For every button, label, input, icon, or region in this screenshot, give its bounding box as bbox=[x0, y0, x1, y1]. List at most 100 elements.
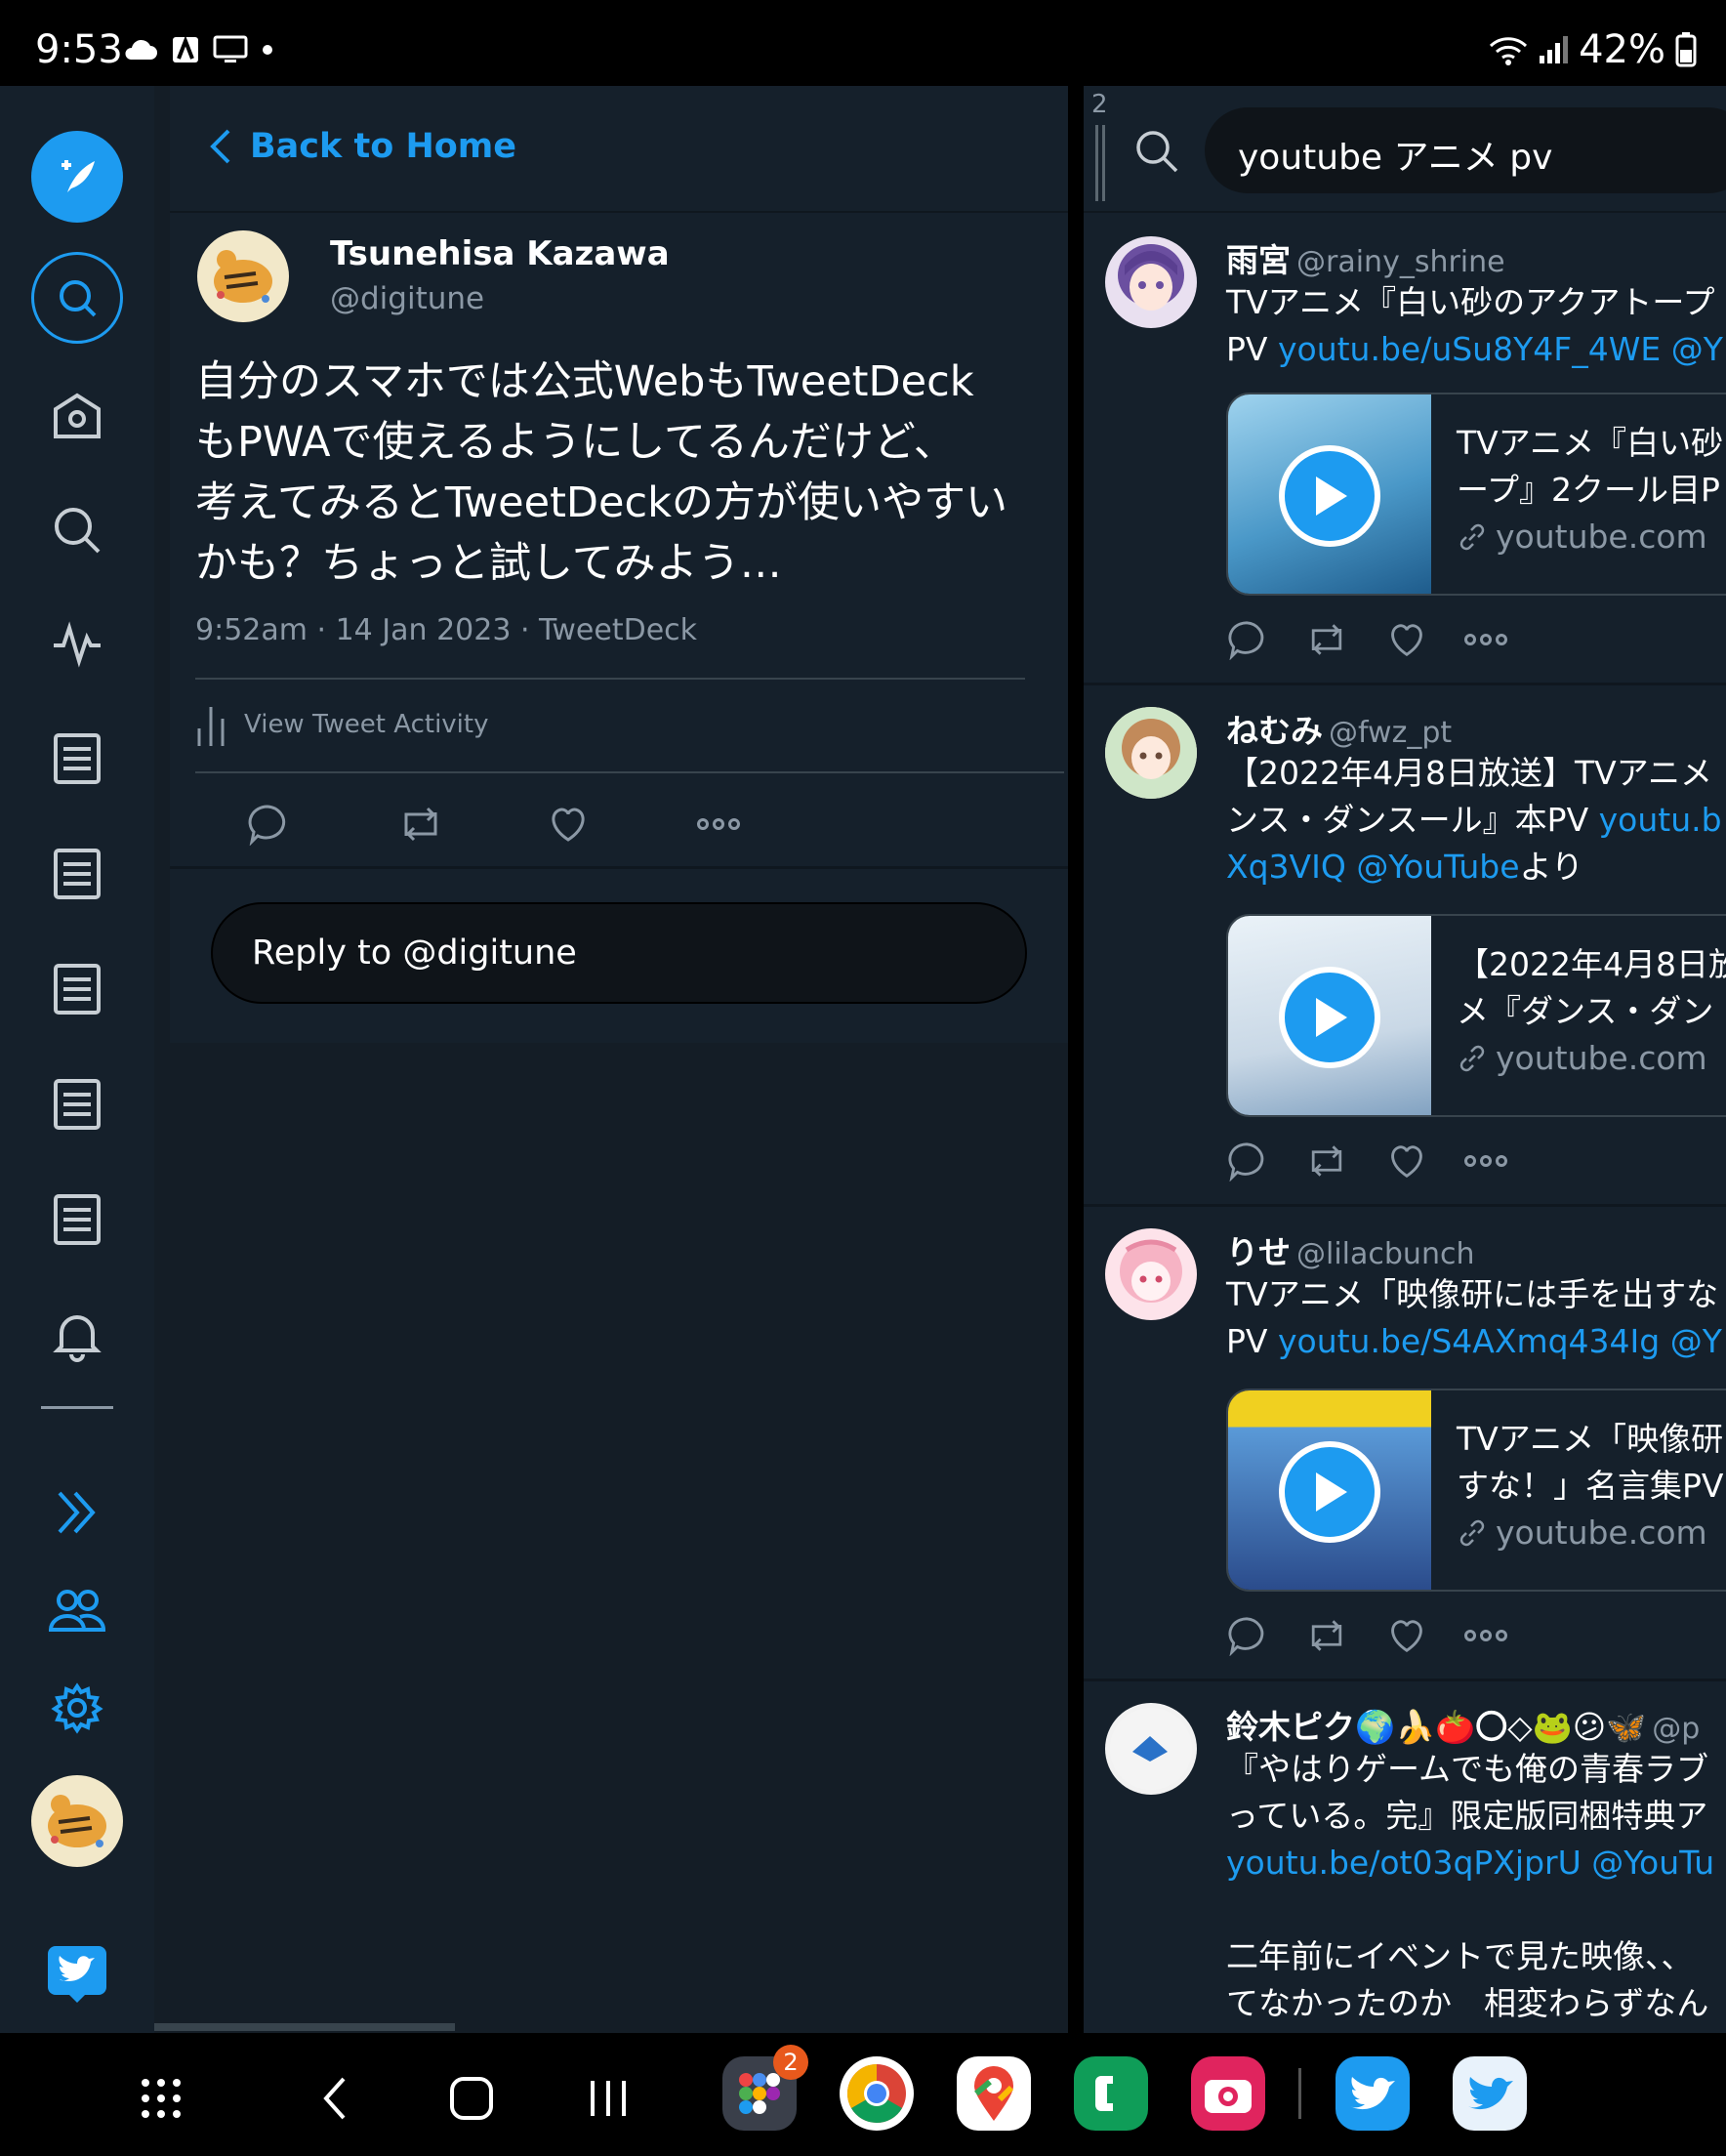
more-options-icon[interactable] bbox=[697, 816, 740, 832]
sidebar-search-column[interactable] bbox=[31, 484, 123, 576]
avatar-anime-girl-icon bbox=[1118, 244, 1184, 311]
tweet-author-handle[interactable]: @rainy_shrine bbox=[1296, 245, 1505, 279]
more-options-icon[interactable] bbox=[1464, 1628, 1507, 1643]
home-button[interactable] bbox=[435, 2062, 508, 2135]
search-result-tweet[interactable]: 雨宮 @rainy_shrine TVアニメ『白い砂のアクアトープ PV yout… bbox=[1084, 215, 1726, 685]
like-heart-icon[interactable] bbox=[1386, 1140, 1427, 1182]
chrome-app[interactable] bbox=[840, 2056, 914, 2131]
card-title-line: すな！」名言集PV bbox=[1457, 1467, 1724, 1505]
youtube-link-card[interactable]: TVアニメ「映像研 すな！」名言集PV youtube.com bbox=[1226, 1389, 1726, 1592]
map-pin-icon bbox=[974, 2066, 1014, 2121]
column-separator bbox=[1068, 86, 1084, 2033]
list-icon bbox=[54, 1079, 101, 1130]
retweet-icon[interactable] bbox=[396, 803, 445, 846]
wifi-icon bbox=[1490, 37, 1528, 65]
phone-icon bbox=[1095, 2076, 1113, 2111]
retweet-icon[interactable] bbox=[1304, 619, 1349, 660]
reply-placeholder: Reply to @digitune bbox=[252, 933, 577, 973]
bell-icon bbox=[53, 1315, 102, 1362]
tweetdeck-pwa-app[interactable] bbox=[1453, 2056, 1527, 2131]
avatar-logo-icon bbox=[1110, 1708, 1192, 1790]
status-right: 42% bbox=[1489, 27, 1697, 72]
status-bar: 9:53 42% bbox=[0, 0, 1726, 86]
tweet-author-name[interactable]: ねむみ bbox=[1226, 712, 1323, 750]
tweet-link[interactable]: youtu.b bbox=[1599, 801, 1722, 839]
retweet-icon[interactable] bbox=[1304, 1615, 1349, 1656]
more-options-icon[interactable] bbox=[1464, 632, 1507, 647]
signal-icon bbox=[1540, 36, 1569, 63]
sidebar-list-column-3[interactable] bbox=[31, 943, 123, 1035]
reply-icon[interactable] bbox=[1226, 1140, 1267, 1182]
tweet-avatar[interactable] bbox=[1105, 1228, 1197, 1320]
tweet-avatar[interactable] bbox=[1105, 1703, 1197, 1795]
tweet-detail-panel: Back to Home Tsunehisa Kazawa @digitune … bbox=[170, 86, 1068, 1043]
play-icon[interactable] bbox=[1279, 445, 1380, 547]
tweet-link[interactable]: youtu.be/ot03qPXjprU @YouTu bbox=[1226, 1844, 1714, 1882]
view-tweet-activity-link[interactable]: View Tweet Activity bbox=[195, 703, 489, 746]
sidebar-activity-column[interactable] bbox=[31, 598, 123, 689]
tweet-author-name[interactable]: Tsunehisa Kazawa bbox=[330, 234, 670, 273]
sidebar-search-button[interactable] bbox=[31, 252, 123, 344]
retweet-icon[interactable] bbox=[1304, 1140, 1349, 1182]
accounts-button[interactable] bbox=[31, 1564, 123, 1656]
tweet-author-name[interactable]: りせ bbox=[1226, 1233, 1291, 1271]
search-query-input[interactable]: youtube アニメ pv bbox=[1205, 107, 1726, 193]
twitter-bird-icon bbox=[48, 1946, 106, 2003]
reply-icon[interactable] bbox=[1226, 1615, 1267, 1656]
reply-icon[interactable] bbox=[1226, 619, 1267, 660]
tweet-author-name[interactable]: 鈴木ピク🌍🍌🍅〇◇🐸😕🦋 bbox=[1226, 1708, 1646, 1746]
reply-input[interactable]: Reply to @digitune bbox=[211, 902, 1027, 1004]
column-drag-handle[interactable] bbox=[1095, 125, 1105, 201]
twitter-bird-icon bbox=[1350, 2077, 1395, 2110]
tweet-link[interactable]: Xq3VIQ @YouTube bbox=[1226, 848, 1520, 886]
back-button[interactable] bbox=[299, 2062, 371, 2135]
tweet-avatar[interactable] bbox=[1105, 707, 1197, 799]
sidebar-list-column-4[interactable] bbox=[31, 1058, 123, 1150]
maps-app[interactable] bbox=[957, 2056, 1031, 2131]
more-options-icon[interactable] bbox=[1464, 1153, 1507, 1169]
app-drawer-button[interactable] bbox=[125, 2062, 197, 2135]
expand-sidebar-button[interactable] bbox=[31, 1467, 123, 1558]
sidebar-list-column-5[interactable] bbox=[31, 1174, 123, 1265]
tweet-author-handle[interactable]: @fwz_pt bbox=[1329, 716, 1452, 750]
settings-button[interactable] bbox=[31, 1662, 123, 1754]
tweet-timestamp[interactable]: 9:52am · 14 Jan 2023 · TweetDeck bbox=[195, 613, 697, 647]
sidebar-list-column-2[interactable] bbox=[31, 828, 123, 920]
tweet-author-handle[interactable]: @digitune bbox=[330, 281, 484, 316]
recents-button[interactable] bbox=[572, 2062, 644, 2135]
tweet-author-name[interactable]: 雨宮 bbox=[1226, 241, 1291, 279]
sidebar-list-column-1[interactable] bbox=[31, 713, 123, 805]
sidebar-notifications-column[interactable] bbox=[31, 1289, 123, 1381]
tweet-author-avatar[interactable] bbox=[197, 230, 289, 322]
twitter-app[interactable] bbox=[1336, 2056, 1410, 2131]
play-icon[interactable] bbox=[1279, 967, 1380, 1068]
like-heart-icon[interactable] bbox=[547, 803, 590, 846]
play-icon[interactable] bbox=[1279, 1441, 1380, 1543]
tweet-link[interactable]: youtu.be/uSu8Y4F_4WE @Y bbox=[1278, 330, 1723, 368]
reply-icon[interactable] bbox=[246, 803, 289, 846]
search-result-tweet[interactable]: 鈴木ピク🌍🍌🍅〇◇🐸😕🦋 @p 『やはりゲームでも俺の青春ラブ っている。完』限定… bbox=[1084, 1681, 1726, 2033]
tweet-author-handle[interactable]: @p bbox=[1652, 1712, 1700, 1746]
search-result-tweet[interactable]: ねむみ @fwz_pt 【2022年4月8日放送】TVアニメ ンス・ダンスール』本… bbox=[1084, 685, 1726, 1207]
youtube-link-card[interactable]: 【2022年4月8日放 メ『ダンス・ダン youtube.com bbox=[1226, 914, 1726, 1117]
sidebar-home-column[interactable] bbox=[31, 369, 123, 461]
horizontal-scrollbar[interactable] bbox=[154, 2023, 455, 2031]
user-avatar-button[interactable] bbox=[31, 1775, 123, 1867]
like-heart-icon[interactable] bbox=[1386, 619, 1427, 660]
phone-app[interactable] bbox=[1074, 2056, 1148, 2131]
search-result-tweet[interactable]: りせ @lilacbunch TVアニメ「映像研には手を出すな PV youtu.… bbox=[1084, 1207, 1726, 1681]
tweet-avatar[interactable] bbox=[1105, 236, 1197, 328]
screen-cast-icon bbox=[213, 35, 248, 62]
search-column: 2 youtube アニメ pv 雨宮 @rainy_shrine TVアニメ『白… bbox=[1084, 86, 1726, 2033]
like-heart-icon[interactable] bbox=[1386, 1615, 1427, 1656]
tweet-author-handle[interactable]: @lilacbunch bbox=[1296, 1237, 1474, 1271]
camera-app[interactable] bbox=[1191, 2056, 1265, 2131]
tweet-text: 自分のスマホでは公式WebもTweetDeck もPWAで使えるようにしてるんだ… bbox=[195, 352, 1054, 594]
tweet-link[interactable]: youtu.be/S4AXmq434Ig @Y bbox=[1278, 1322, 1722, 1360]
tweetdeck-logo bbox=[31, 1928, 123, 2019]
compose-tweet-button[interactable] bbox=[31, 131, 123, 223]
sidebar-divider bbox=[41, 1406, 113, 1409]
app-folder[interactable]: 2 bbox=[722, 2045, 808, 2131]
back-to-home-link[interactable]: Back to Home bbox=[209, 127, 516, 166]
youtube-link-card[interactable]: TVアニメ『白い砂 ープ』2クール目P youtube.com bbox=[1226, 393, 1726, 596]
